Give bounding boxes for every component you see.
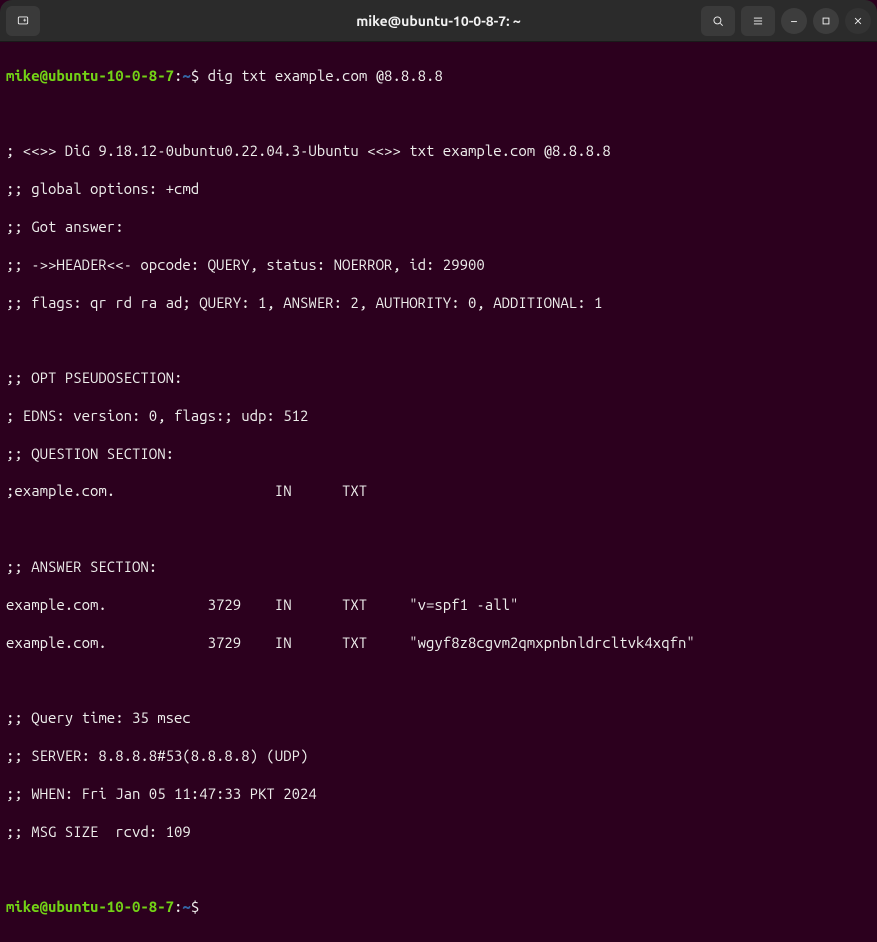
output-line: ;; Query time: 35 msec [6,709,871,728]
output-line [6,331,871,350]
maximize-icon [819,14,833,28]
output-line: ;; flags: qr rd ra ad; QUERY: 1, ANSWER:… [6,294,871,313]
output-line: ; EDNS: version: 0, flags:; udp: 512 [6,407,871,426]
output-line [6,671,871,690]
new-tab-button[interactable] [6,6,40,36]
hamburger-icon [751,14,765,28]
output-line: ;; WHEN: Fri Jan 05 11:47:33 PKT 2024 [6,785,871,804]
output-line [6,520,871,539]
minimize-button[interactable] [781,8,807,34]
output-line: ;; QUESTION SECTION: [6,445,871,464]
output-line: ;; ANSWER SECTION: [6,558,871,577]
output-line: ;; OPT PSEUDOSECTION: [6,369,871,388]
prompt-dollar: $ [191,67,208,84]
window-titlebar: mike@ubuntu-10-0-8-7: ~ [0,0,877,42]
close-icon [851,14,865,28]
prompt-user: mike@ubuntu-10-0-8-7 [6,67,174,84]
prompt-dollar: $ [191,898,208,915]
output-line: ;example.com. IN TXT [6,482,871,501]
output-line: example.com. 3729 IN TXT "v=spf1 -all" [6,596,871,615]
prompt-user: mike@ubuntu-10-0-8-7 [6,898,174,915]
maximize-button[interactable] [813,8,839,34]
close-button[interactable] [845,8,871,34]
terminal-body[interactable]: mike@ubuntu-10-0-8-7:~$ dig txt example.… [0,42,877,942]
output-line [6,860,871,879]
output-line: ;; global options: +cmd [6,180,871,199]
prompt-line: mike@ubuntu-10-0-8-7:~$ [6,898,871,917]
prompt-path: ~ [182,67,190,84]
output-line: ; <<>> DiG 9.18.12-0ubuntu0.22.04.3-Ubun… [6,142,871,161]
output-line: ;; MSG SIZE rcvd: 109 [6,823,871,842]
search-icon [711,14,725,28]
menu-button[interactable] [741,6,775,36]
prompt-path: ~ [182,898,190,915]
output-line: example.com. 3729 IN TXT "wgyf8z8cgvm2qm… [6,634,871,653]
output-line: ;; Got answer: [6,218,871,237]
new-tab-icon [16,14,30,28]
output-line: ;; SERVER: 8.8.8.8#53(8.8.8.8) (UDP) [6,747,871,766]
window-title: mike@ubuntu-10-0-8-7: ~ [356,13,521,29]
search-button[interactable] [701,6,735,36]
output-line: ;; ->>HEADER<<- opcode: QUERY, status: N… [6,256,871,275]
output-line [6,105,871,124]
minimize-icon [787,14,801,28]
command-text: dig txt example.com @8.8.8.8 [208,67,443,84]
prompt-colon: : [174,898,182,915]
prompt-line: mike@ubuntu-10-0-8-7:~$ dig txt example.… [6,67,871,86]
